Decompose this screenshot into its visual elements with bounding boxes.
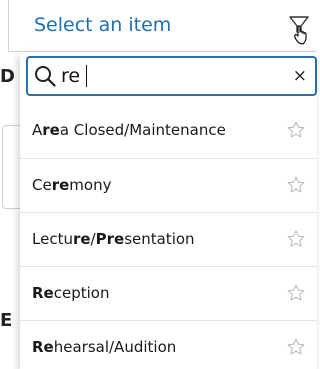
favorite-star-icon[interactable] — [286, 283, 306, 303]
option-label: Lecture/Presentation — [32, 230, 195, 248]
match-highlight: re — [72, 230, 91, 248]
search-input[interactable] — [61, 62, 281, 90]
text-caret — [86, 65, 87, 87]
option-item[interactable]: Ceremony — [20, 158, 317, 212]
option-label: Ceremony — [32, 176, 111, 194]
match-highlight: re — [51, 176, 70, 194]
funnel-icon[interactable] — [288, 16, 314, 46]
option-item[interactable]: Reception — [20, 266, 317, 320]
match-highlight: Re — [32, 284, 54, 302]
dropdown-panel: × Area Closed/MaintenanceCeremonyLecture… — [20, 52, 317, 369]
search-icon — [35, 66, 56, 87]
label-text: hearsal/Audition — [53, 338, 177, 356]
option-list: Area Closed/Maintenance Ceremony Lecture/P… — [20, 104, 317, 369]
label-text: a Closed/Maintenance — [59, 121, 226, 139]
match-highlight: re — [42, 121, 60, 139]
option-item[interactable]: Rehearsal/Audition — [20, 320, 317, 369]
option-label: Rehearsal/Audition — [32, 338, 176, 356]
label-text: Lectu — [32, 230, 73, 248]
option-label: Area Closed/Maintenance — [32, 121, 226, 139]
item-select[interactable]: Select an item — [8, 0, 317, 52]
option-item[interactable]: Lecture/Presentation — [20, 212, 317, 266]
background-label-fragment: D — [0, 66, 15, 87]
option-label: Reception — [32, 284, 109, 302]
clear-icon[interactable]: × — [293, 65, 307, 87]
favorite-star-icon[interactable] — [286, 175, 306, 195]
search-field[interactable]: × — [26, 56, 317, 96]
option-item[interactable]: Area Closed/Maintenance — [20, 104, 317, 158]
label-text: A — [32, 121, 43, 139]
label-text: ception — [53, 284, 110, 302]
page: D E Select an item × Area Closed/Mainten… — [0, 0, 317, 369]
match-highlight: Pre — [95, 230, 125, 248]
favorite-star-icon[interactable] — [286, 229, 306, 249]
favorite-star-icon[interactable] — [286, 337, 306, 357]
label-text: Ce — [32, 176, 52, 194]
select-placeholder: Select an item — [34, 14, 172, 36]
background-label-fragment: E — [0, 310, 13, 331]
label-text: sentation — [124, 230, 195, 248]
label-text: mony — [69, 176, 112, 194]
match-highlight: Re — [32, 338, 54, 356]
favorite-star-icon[interactable] — [286, 120, 306, 140]
